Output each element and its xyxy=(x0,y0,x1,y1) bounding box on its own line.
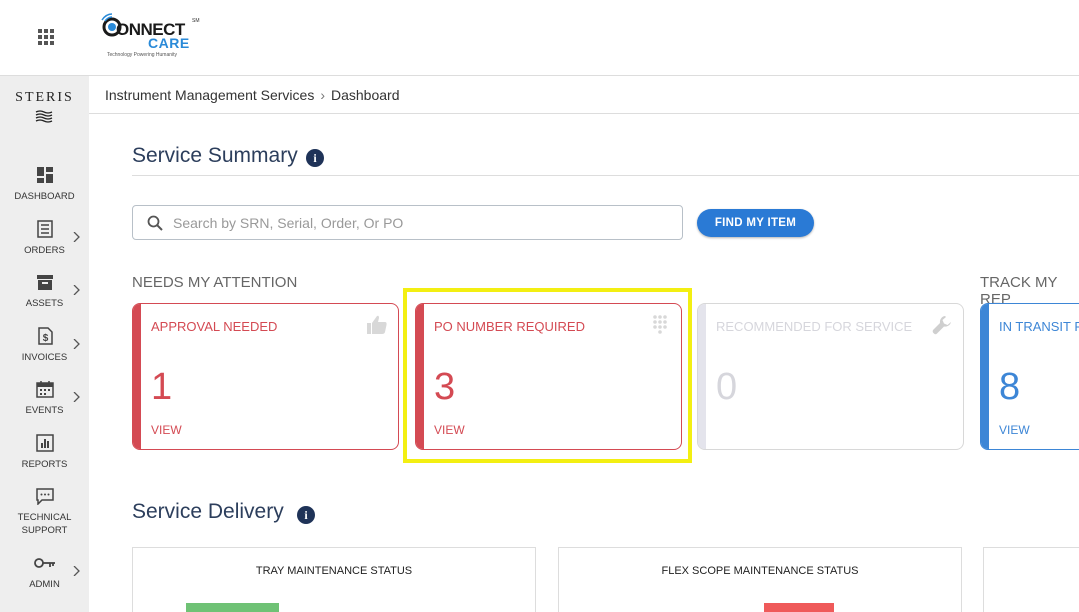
service-summary-title: Service Summary xyxy=(132,144,298,167)
wrench-icon xyxy=(932,316,951,335)
sidebar-item-invoices[interactable]: $ Invoices xyxy=(0,327,89,364)
service-delivery-title: Service Delivery xyxy=(132,500,284,523)
in-transit-card[interactable]: IN TRANSIT F 8 VIEW xyxy=(980,303,1079,450)
sidebar-item-orders[interactable]: Orders xyxy=(0,220,89,257)
chevron-right-icon[interactable] xyxy=(71,339,81,349)
find-my-item-button[interactable]: FIND MY ITEM xyxy=(697,209,814,237)
card-title: FLEX SCOPE MAINTENANCE STATUS xyxy=(661,565,859,577)
card-count: 8 xyxy=(999,366,1021,408)
chevron-right-icon[interactable] xyxy=(71,285,81,295)
chat-icon xyxy=(35,488,54,505)
breadcrumb-current: Dashboard xyxy=(331,86,400,103)
card-accent-bar xyxy=(981,304,989,449)
search-icon xyxy=(147,215,163,231)
sidebar-item-assets[interactable]: Assets xyxy=(0,273,89,310)
chevron-right-icon: › xyxy=(320,86,325,103)
sidebar-item-admin[interactable]: Admin xyxy=(0,554,89,591)
sidebar-item-events[interactable]: Events xyxy=(0,380,89,417)
sidebar-item-reports[interactable]: Reports xyxy=(0,434,89,471)
breadcrumb: Instrument Management Services › Dashboa… xyxy=(89,76,1079,114)
view-link[interactable]: VIEW xyxy=(151,423,182,437)
sidebar-item-label: Assets xyxy=(25,298,64,309)
main-content: Service Summary i FIND MY ITEM NEEDS MY … xyxy=(89,114,1079,612)
card-count: 1 xyxy=(151,366,173,408)
service-delivery-card xyxy=(983,547,1079,612)
sidebar-item-label: Reports xyxy=(21,459,68,470)
assets-icon xyxy=(36,275,53,290)
sidebar-item-label: Events xyxy=(25,405,64,416)
recommended-for-service-card[interactable]: RECOMMENDED FOR SERVICE 0 xyxy=(697,303,964,450)
breadcrumb-parent-link[interactable]: Instrument Management Services xyxy=(105,87,314,103)
chevron-right-icon[interactable] xyxy=(71,392,81,402)
chevron-right-icon[interactable] xyxy=(71,566,81,576)
tray-maintenance-card: TRAY MAINTENANCE STATUS xyxy=(132,547,536,612)
invoices-icon: $ xyxy=(37,327,53,345)
sidebar-item-label: Invoices xyxy=(21,352,68,363)
thumbs-up-icon xyxy=(367,315,387,334)
logo-tagline: Technology Powering Humanity xyxy=(107,52,178,58)
view-link[interactable]: VIEW xyxy=(999,423,1030,437)
svg-text:$: $ xyxy=(42,333,48,344)
app-grid-icon[interactable] xyxy=(38,29,54,45)
card-title: APPROVAL NEEDED xyxy=(151,319,278,334)
sidebar-item-technical-support[interactable]: Technical Support xyxy=(0,487,89,537)
sidebar-item-label: Admin xyxy=(29,579,60,590)
card-title: TRAY MAINTENANCE STATUS xyxy=(255,565,413,577)
approval-needed-card[interactable]: APPROVAL NEEDED 1 VIEW xyxy=(132,303,399,450)
events-icon xyxy=(35,381,54,398)
sidebar-item-dashboard[interactable]: Dashboard xyxy=(0,166,89,203)
top-header: ONNECT CARE Technology Powering Humanity… xyxy=(0,0,1079,76)
sidebar-item-label: Dashboard xyxy=(14,191,75,202)
sidebar-item-label: Orders xyxy=(24,245,65,256)
divider xyxy=(132,175,1079,176)
needs-attention-label: NEEDS MY ATTENTION xyxy=(132,274,298,291)
info-icon[interactable]: i xyxy=(297,506,315,524)
logo-care-text: CARE xyxy=(148,35,190,51)
steris-waves-icon xyxy=(35,110,53,123)
card-accent-bar xyxy=(698,304,706,449)
key-icon xyxy=(33,558,55,568)
logo-service-mark: SM xyxy=(192,18,200,24)
card-title: IN TRANSIT F xyxy=(999,319,1079,334)
chevron-right-icon[interactable] xyxy=(71,232,81,242)
reports-icon xyxy=(35,434,54,452)
highlight-box xyxy=(403,288,692,463)
status-bar[interactable] xyxy=(186,603,279,612)
status-bar[interactable] xyxy=(764,603,834,612)
orders-icon xyxy=(36,220,53,238)
card-accent-bar xyxy=(133,304,141,449)
sidebar-item-label: Technical Support xyxy=(17,512,72,536)
card-title: RECOMMENDED FOR SERVICE xyxy=(716,319,913,334)
search-field[interactable] xyxy=(132,205,683,240)
search-input[interactable] xyxy=(173,212,673,234)
steris-brand: STERIS xyxy=(15,90,74,105)
dashboard-icon xyxy=(36,167,53,183)
info-icon[interactable]: i xyxy=(306,149,324,167)
card-count: 0 xyxy=(716,366,738,408)
flex-scope-maintenance-card: FLEX SCOPE MAINTENANCE STATUS xyxy=(558,547,962,612)
connect-care-logo[interactable]: ONNECT CARE Technology Powering Humanity… xyxy=(100,12,200,60)
sidebar: STERIS Dashboard Orders Assets xyxy=(0,76,89,612)
